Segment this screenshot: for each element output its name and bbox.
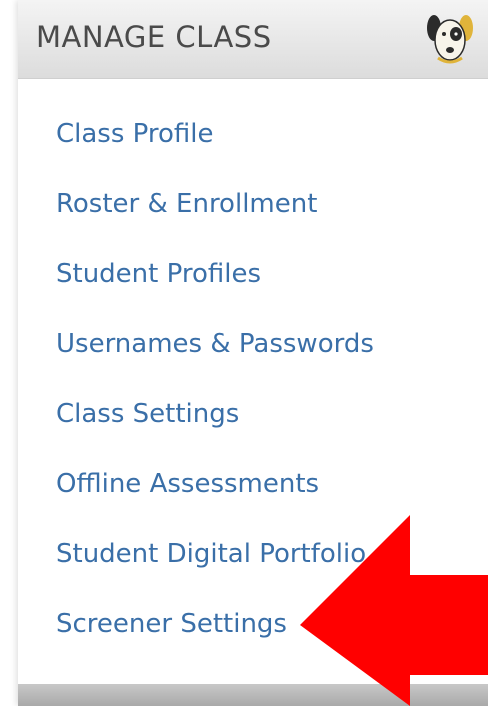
menu-item-offline-assessments: Offline Assessments [56,454,374,524]
menu-item-student-profiles: Student Profiles [56,244,374,314]
class-settings-link[interactable]: Class Settings [56,399,239,429]
panel-title: MANAGE CLASS [36,20,272,54]
dog-mascot-icon [427,15,473,64]
menu-item-class-profile: Class Profile [56,104,374,174]
offline-assessments-link[interactable]: Offline Assessments [56,469,319,499]
menu-item-class-settings: Class Settings [56,384,374,454]
panel-header: MANAGE CLASS [18,0,488,79]
menu-item-usernames-passwords: Usernames & Passwords [56,314,374,384]
red-arrow-icon [300,515,488,706]
usernames-passwords-link[interactable]: Usernames & Passwords [56,329,374,359]
class-profile-link[interactable]: Class Profile [56,119,214,149]
menu-item-roster-enrollment: Roster & Enrollment [56,174,374,244]
roster-enrollment-link[interactable]: Roster & Enrollment [56,189,317,219]
student-profiles-link[interactable]: Student Profiles [56,259,261,289]
screener-settings-link[interactable]: Screener Settings [56,609,287,639]
